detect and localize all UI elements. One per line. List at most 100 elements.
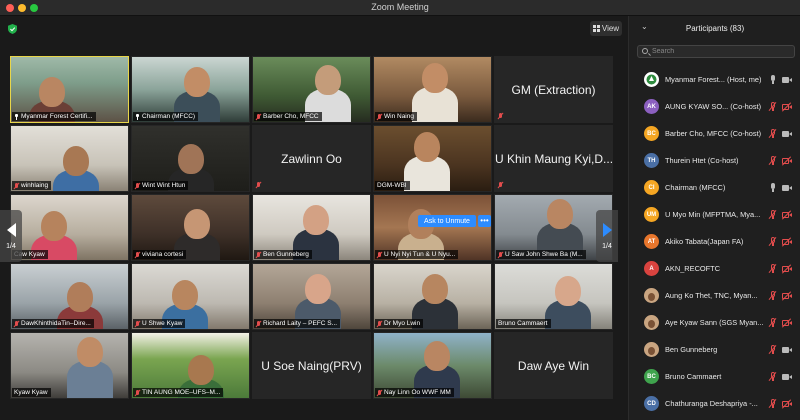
mic-muted-icon [498,182,503,188]
mic-icon[interactable] [769,183,777,193]
participant-search[interactable] [637,45,795,58]
camera-off-icon[interactable] [782,211,792,219]
participant-row[interactable]: Myanmar Forest... (Host, me) [629,66,800,93]
mic-muted-icon [377,320,382,327]
participant-name: Ben Gunneberg [263,251,309,258]
mic-muted-icon[interactable] [769,399,777,409]
mic-muted-icon [14,182,19,189]
participant-face [414,132,440,162]
arrow-right-icon [602,222,612,237]
participant-name-tag: Kyaw Kyaw [12,388,51,397]
camera-off-icon[interactable] [782,238,792,246]
participant-row[interactable]: CD Chathuranga Deshapriya -... [629,390,800,417]
video-tile[interactable]: DGM-WBI [373,125,492,192]
video-tile[interactable]: U Soe Naing(PRV) [252,332,371,399]
video-tile[interactable]: Wint Wint Htun [131,125,250,192]
avatar-initials: CD [647,400,656,407]
participant-row[interactable]: Ben Gunneberg [629,336,800,363]
video-tile[interactable]: Barber Cho, MFCC [252,56,371,123]
video-grid: Myanmar Forest Certifi... Chairman (MFCC)… [10,56,613,399]
participant-face [184,67,210,97]
mic-muted-icon [256,113,261,120]
video-tile[interactable]: Win Naing [373,56,492,123]
video-tile[interactable]: winhlaing [10,125,129,192]
mic-muted-icon [377,113,382,120]
search-icon [642,48,648,54]
mic-muted-icon[interactable] [769,345,777,355]
camera-off-icon[interactable] [782,319,792,327]
mic-muted-icon[interactable] [769,156,777,166]
video-tile[interactable]: Kyaw Kyaw [10,332,129,399]
video-tile[interactable]: Bruno Cammaert [494,263,613,330]
camera-off-icon[interactable] [782,292,792,300]
camera-icon[interactable] [782,373,792,381]
participant-row[interactable]: UM U Myo Min (MFPTMA, Mya... [629,201,800,228]
camera-icon[interactable] [782,184,792,192]
participant-row[interactable]: AK AUNG KYAW SO... (Co-host) [629,93,800,120]
participant-row[interactable]: BC Barber Cho, MFCC (Co-host) [629,120,800,147]
video-tile[interactable]: U Nyi Nyi Tun & U Nyu... [373,194,492,261]
video-tile[interactable]: Myanmar Forest Certifi... [10,56,129,123]
mic-muted-icon [256,182,261,188]
participant-row[interactable]: BC Bruno Cammaert [629,363,800,390]
video-tile[interactable]: viviana cortesi [131,194,250,261]
view-button[interactable]: View [590,21,622,36]
video-tile[interactable]: U Khin Maung Kyi,D... [494,125,613,192]
avatar-initials: A [649,265,654,272]
video-tile[interactable]: DawKhinthidaTin–Dire... [10,263,129,330]
video-tile[interactable]: TIN AUNG MOE–UFS–M... [131,332,250,399]
participant-name: Nay Linn Oo WWF MM [384,389,451,396]
shield-icon[interactable] [8,24,17,34]
mic-muted-icon [135,389,140,396]
participant-name: Bruno Cammaert [498,320,548,327]
video-tile[interactable]: GM (Extraction) [494,56,613,123]
participant-row[interactable]: AT Akiko Tabata(Japan FA) [629,228,800,255]
mic-muted-icon[interactable] [769,210,777,220]
previous-page-button[interactable]: 1/4 [0,210,22,262]
video-tile[interactable]: Zawlinn Oo [252,125,371,192]
mic-icon[interactable] [769,75,777,85]
camera-off-icon[interactable] [782,157,792,165]
video-tile[interactable]: Caw Kyaw [10,194,129,261]
participant-row[interactable]: Aye Kyaw Sann (SGS Myan... [629,309,800,336]
participant-row[interactable]: TH Thurein Htet (Co-host) [629,147,800,174]
participant-name: winhlaing [21,182,49,189]
avatar: A [644,261,659,276]
video-tile[interactable]: Dr Myo Lwin [373,263,492,330]
mic-muted-icon[interactable] [769,102,777,112]
camera-off-icon[interactable] [782,265,792,273]
participant-row[interactable]: Aung Ko Thet, TNC, Myan... [629,282,800,309]
mic-muted-icon[interactable] [769,372,777,382]
mic-muted-icon[interactable] [769,318,777,328]
ask-to-unmute-button[interactable]: Ask to Unmute [418,215,476,227]
mic-muted-icon[interactable] [769,291,777,301]
search-input[interactable] [652,46,792,57]
mic-muted-icon[interactable] [769,129,777,139]
video-tile[interactable]: Nay Linn Oo WWF MM [373,332,492,399]
participant-row[interactable]: CI Chairman (MFCC) [629,174,800,201]
camera-off-icon[interactable] [782,103,792,111]
page-indicator-right: 1/4 [602,242,612,250]
camera-icon[interactable] [782,130,792,138]
camera-icon[interactable] [782,346,792,354]
video-tile[interactable]: Daw Aye Win [494,332,613,399]
camera-icon[interactable] [782,76,792,84]
participant-name-tag: Wint Wint Htun [133,181,189,190]
participant-name-tag: winhlaing [12,181,52,190]
avatar: CI [644,180,659,195]
next-page-button[interactable]: 1/4 [596,210,618,262]
participant-name-tag: Barber Cho, MFCC [254,112,322,121]
participant-row[interactable]: A AKN_RECOFTC [629,255,800,282]
mic-muted-icon [14,320,19,327]
more-options-button[interactable]: ••• [478,215,491,227]
participant-name-tag: TIN AUNG MOE–UFS–M... [133,388,224,397]
camera-off-icon[interactable] [782,400,792,408]
video-tile[interactable]: Richard Laity – PEFC S... [252,263,371,330]
video-tile[interactable]: Ben Gunneberg [252,194,371,261]
participant-name: Kyaw Kyaw [14,389,48,396]
mic-muted-icon[interactable] [769,237,777,247]
participant-name: U Myo Min (MFPTMA, Mya... [665,210,761,219]
video-tile[interactable]: U Shwe Kyaw [131,263,250,330]
video-tile[interactable]: Chairman (MFCC) [131,56,250,123]
mic-muted-icon[interactable] [769,264,777,274]
